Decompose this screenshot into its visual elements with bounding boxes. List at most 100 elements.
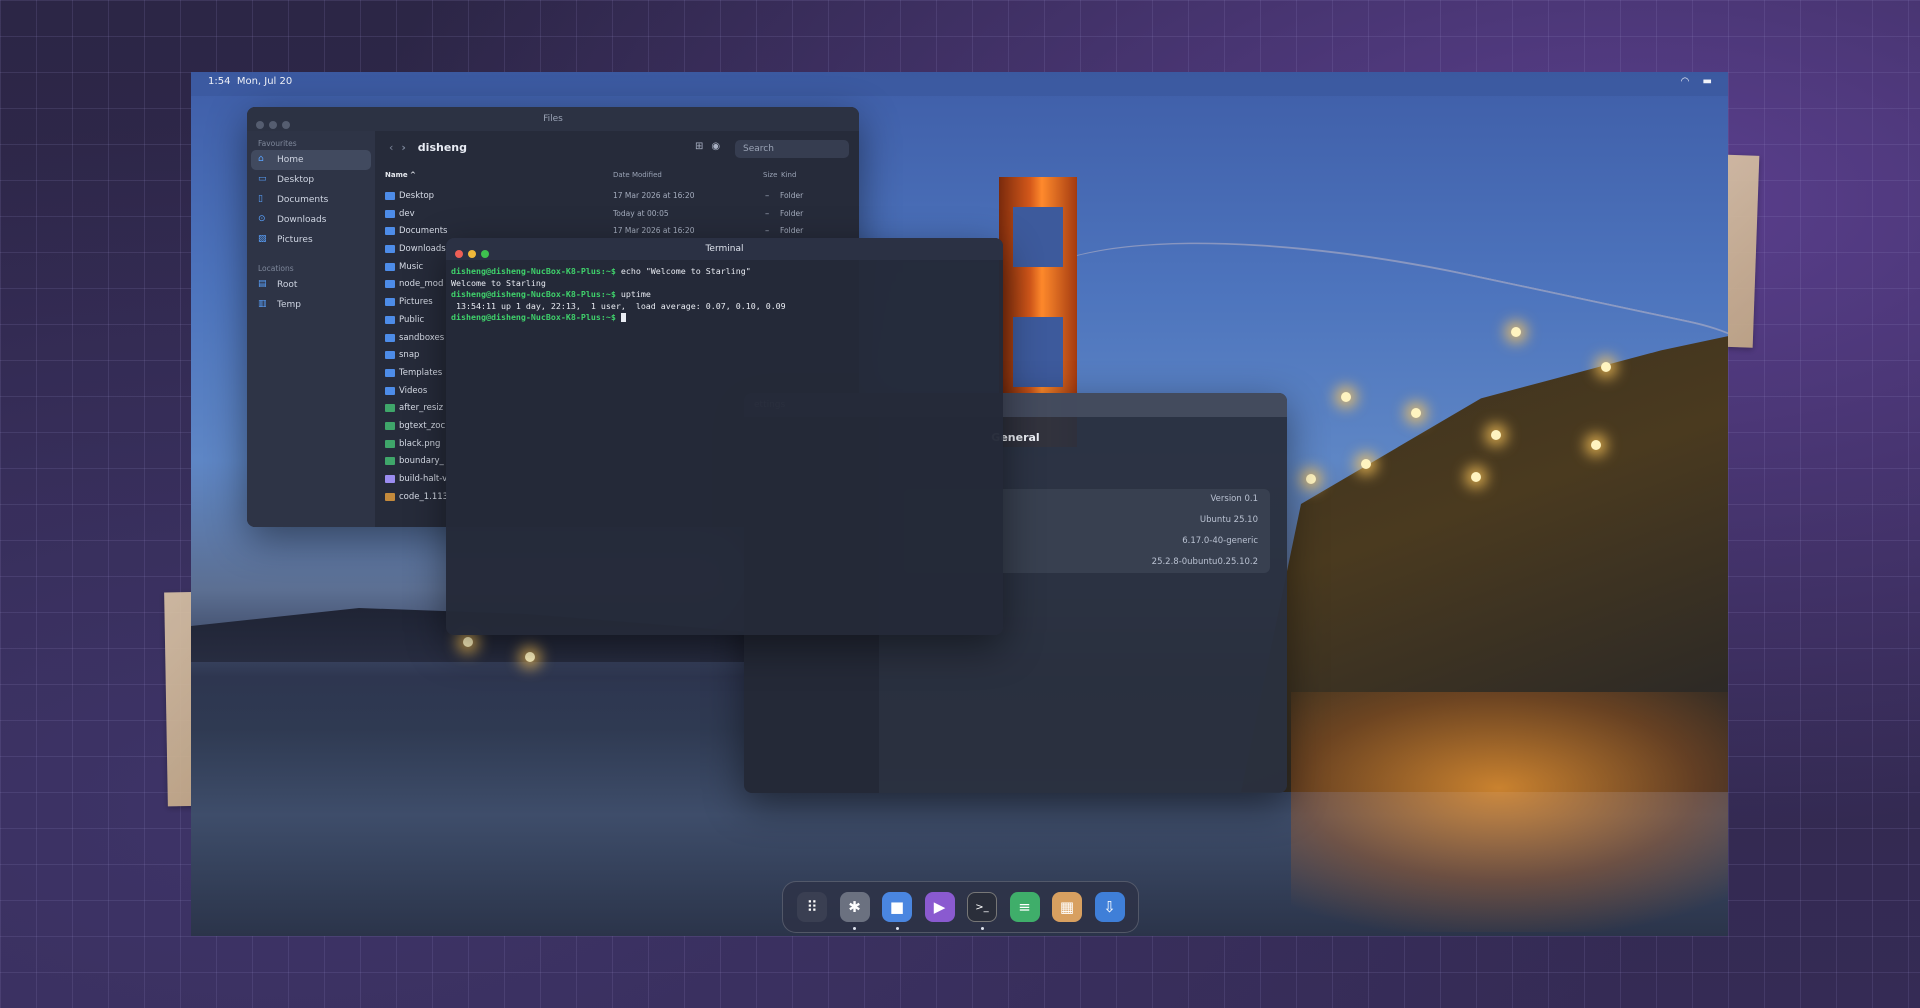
terminal-title: Terminal xyxy=(705,244,744,254)
wallpaper-light xyxy=(1511,327,1521,337)
file-name: sandboxes xyxy=(399,332,445,343)
terminal-text: echo "Welcome to Starling" xyxy=(615,266,751,276)
column-name[interactable]: Name ^ xyxy=(385,171,416,179)
terminal-prompt: disheng@disheng-NucBox-K8-Plus:~$ xyxy=(451,266,616,276)
dock-app-grid-icon[interactable]: ⠿ xyxy=(797,892,827,922)
window-controls[interactable] xyxy=(455,245,494,267)
wallpaper-light xyxy=(1491,430,1501,440)
sidebar-item-temp[interactable]: ▥ Temp xyxy=(251,295,371,315)
sidebar-item-documents[interactable]: ▯ Documents xyxy=(251,190,371,210)
file-date: 17 Mar 2026 at 16:20 xyxy=(613,226,695,236)
terminal-text: Welcome to Starling xyxy=(451,277,546,288)
terminal-text: 13:54:11 up 1 day, 22:13, 1 user, load a… xyxy=(451,300,786,311)
back-icon[interactable]: ‹ xyxy=(389,141,393,154)
wallpaper-light xyxy=(525,652,535,662)
sidebar-item-desktop[interactable]: ▭ Desktop xyxy=(251,170,371,190)
home-icon: ⌂ xyxy=(258,154,264,164)
sidebar-item-label: Home xyxy=(277,155,304,165)
folder-icon xyxy=(385,315,395,324)
trash-icon: ▥ xyxy=(258,299,267,309)
dock-terminal-icon[interactable]: >_ xyxy=(967,892,997,922)
terminal-titlebar[interactable]: Terminal xyxy=(446,238,1003,260)
image-file-icon xyxy=(385,404,395,413)
maximize-button[interactable] xyxy=(282,121,290,129)
sidebar-item-pictures[interactable]: ▨ Pictures xyxy=(251,230,371,250)
files-titlebar[interactable]: Files xyxy=(247,107,859,131)
file-name: boundary_ xyxy=(399,456,444,467)
file-kind: Folder xyxy=(780,226,804,236)
files-title: Files xyxy=(543,114,563,124)
sidebar-item-root[interactable]: ▤ Root xyxy=(251,275,371,295)
wallpaper-light xyxy=(1306,474,1316,484)
terminal-text: uptime xyxy=(615,289,651,299)
dock-software-center-icon[interactable]: ⇩ xyxy=(1094,892,1125,922)
column-date[interactable]: Date Modified xyxy=(613,171,662,179)
folder-icon xyxy=(385,209,395,218)
table-row[interactable]: dev Today at 00:05 – Folder xyxy=(375,205,859,223)
file-size: – xyxy=(765,226,770,237)
column-size[interactable]: Size xyxy=(763,171,777,179)
file-name: Documents xyxy=(399,226,448,237)
running-indicator xyxy=(895,927,899,930)
sidebar-item-home[interactable]: ⌂ Home xyxy=(251,150,371,170)
file-name: Music xyxy=(399,261,424,272)
sidebar-item-label: Downloads xyxy=(277,215,327,225)
wallpaper-light xyxy=(1361,459,1371,469)
table-row[interactable]: Desktop 17 Mar 2026 at 16:20 – Folder xyxy=(375,187,859,205)
maximize-button[interactable] xyxy=(481,250,489,258)
sidebar-item-downloads[interactable]: ⊙ Downloads xyxy=(251,210,371,230)
desktop-icon: ▭ xyxy=(258,174,267,184)
dock-settings-icon[interactable]: ✱ xyxy=(839,892,870,922)
close-button[interactable] xyxy=(256,121,264,129)
forward-icon[interactable]: › xyxy=(401,141,406,154)
file-date: 17 Mar 2026 at 16:20 xyxy=(613,191,695,200)
clock-time: 1:54 xyxy=(208,76,231,87)
file-name: Desktop xyxy=(399,191,435,201)
files-toolbar: ⊞ ◉ xyxy=(695,141,728,152)
current-folder: disheng xyxy=(417,141,467,154)
dock-media-player-icon[interactable]: ▶ xyxy=(924,892,955,922)
sidebar-item-label: Documents xyxy=(277,195,329,205)
search-input[interactable]: Search xyxy=(735,140,849,158)
folder-icon xyxy=(385,227,395,236)
folder-icon xyxy=(385,298,395,307)
file-name: snap xyxy=(399,350,420,361)
file-name: Pictures xyxy=(399,297,433,308)
battery-icon[interactable]: ▬ xyxy=(1703,76,1712,87)
wallpaper-light xyxy=(1601,362,1611,372)
file-date: Today at 00:05 xyxy=(613,208,669,218)
code-file-icon xyxy=(385,475,395,483)
column-kind[interactable]: Kind xyxy=(781,171,796,179)
view-toggle-icon[interactable]: ◉ xyxy=(711,141,720,152)
dock-calculator-icon[interactable]: ▦ xyxy=(1052,892,1082,922)
dock-files-icon[interactable]: ■ xyxy=(882,892,912,922)
dock: ⠿ ✱ ■ ▶ >_ ≡ ▦ ⇩ xyxy=(782,881,1139,933)
archive-file-icon xyxy=(385,492,395,501)
file-size: – xyxy=(765,191,770,201)
file-name: bgtext_zoc xyxy=(399,420,446,431)
dock-text-editor-icon[interactable]: ≡ xyxy=(1009,892,1040,922)
minimize-button[interactable] xyxy=(468,250,476,258)
system-tray[interactable]: ◠ ▬ xyxy=(1671,76,1712,87)
sidebar-item-label: Temp xyxy=(277,300,301,310)
file-kind: Folder xyxy=(780,208,804,218)
terminal-output[interactable]: disheng@disheng-NucBox-K8-Plus:~$ echo "… xyxy=(446,260,1003,330)
file-name: build-halt-v xyxy=(399,474,448,484)
wifi-icon[interactable]: ◠ xyxy=(1681,76,1690,87)
minimize-button[interactable] xyxy=(269,121,277,129)
running-indicator xyxy=(853,927,856,930)
file-kind: Folder xyxy=(780,191,804,200)
image-file-icon xyxy=(385,439,395,448)
new-folder-icon[interactable]: ⊞ xyxy=(695,141,703,152)
file-name: node_mod xyxy=(399,279,444,290)
file-name: code_1.113 xyxy=(399,491,449,502)
terminal-window[interactable]: Terminal disheng@disheng-NucBox-K8-Plus:… xyxy=(446,238,1003,635)
folder-icon xyxy=(385,333,395,342)
path-bar: ‹ › disheng xyxy=(389,141,467,154)
file-size: – xyxy=(765,208,770,219)
files-sidebar: Favourites ⌂ Home ▭ Desktop ▯ Documents ⊙ Do… xyxy=(247,131,375,527)
file-name: Templates xyxy=(399,367,443,378)
clock[interactable]: 1:54 Mon, Jul 20 xyxy=(208,76,292,87)
file-name: Videos xyxy=(399,385,428,396)
close-button[interactable] xyxy=(455,250,463,258)
